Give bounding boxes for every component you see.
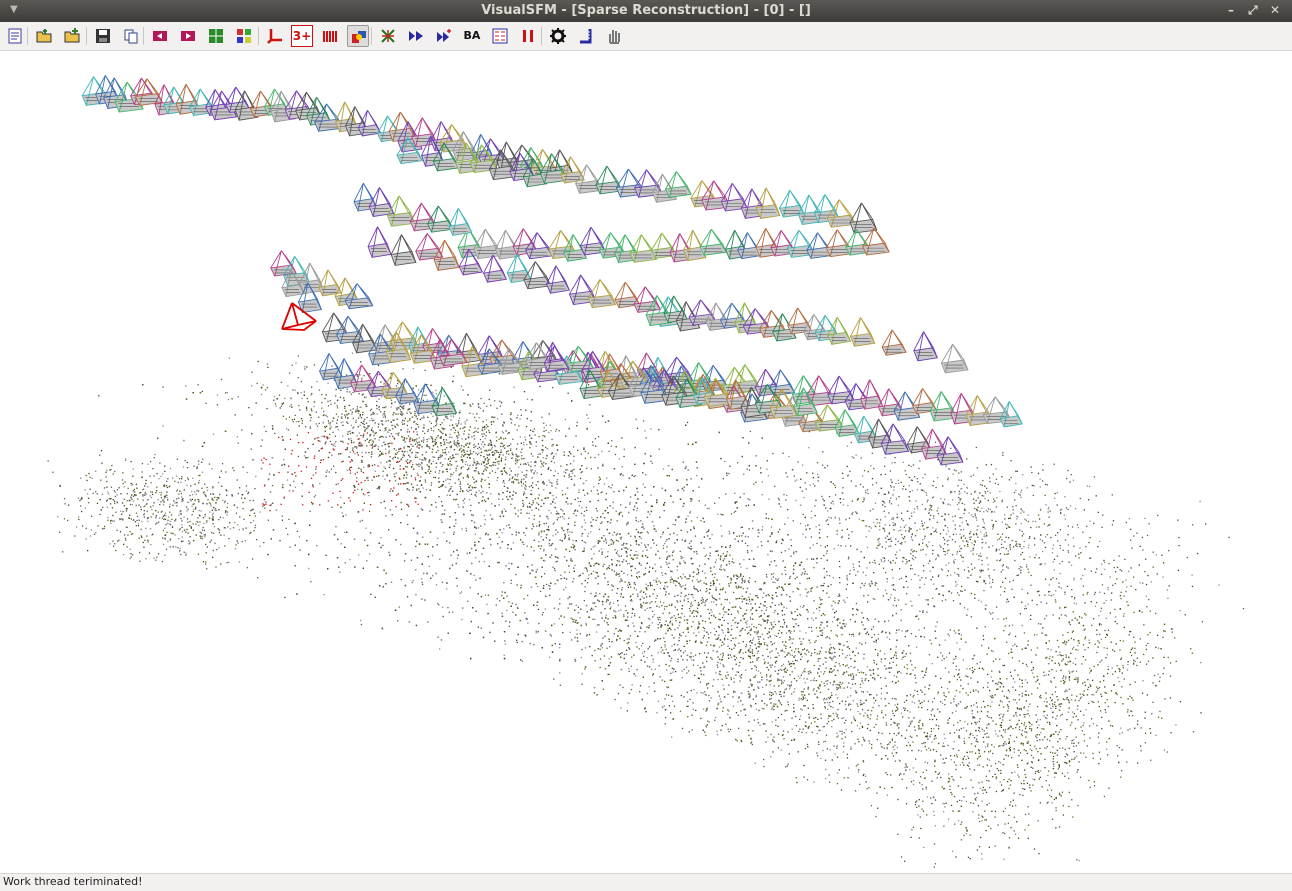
forward-icon xyxy=(181,31,195,41)
close-icon[interactable]: ✕ xyxy=(1270,3,1280,17)
back-icon xyxy=(153,31,167,41)
toolbar-separator xyxy=(86,27,87,45)
notepad-icon xyxy=(8,28,22,44)
grid-icon xyxy=(237,29,251,43)
camera-frustums xyxy=(81,75,1023,466)
window-title: VisualSFM - [Sparse Reconstruction] - [0… xyxy=(481,3,811,18)
minimize-icon[interactable]: – xyxy=(1228,3,1234,17)
folder-open-icon xyxy=(36,29,52,43)
three-plus-icon: 3+ xyxy=(292,29,312,43)
toolbar: 3+ BA xyxy=(0,22,1292,51)
folder-add-icon xyxy=(64,28,80,43)
point-cloud xyxy=(47,352,1245,868)
toolbar-separator xyxy=(541,27,542,45)
thumbnails-button[interactable] xyxy=(233,25,255,47)
next-button[interactable] xyxy=(177,25,199,47)
disk-icon xyxy=(96,29,110,43)
pan-tool-button[interactable] xyxy=(603,25,625,47)
double-arrow-icon xyxy=(409,31,423,41)
cube-view-icon xyxy=(352,31,366,43)
save-button[interactable] xyxy=(92,25,114,47)
run-to-end-button[interactable] xyxy=(433,25,455,47)
pause-icon xyxy=(523,30,533,42)
compute-3d-button[interactable] xyxy=(264,25,286,47)
add-images-button[interactable] xyxy=(61,25,83,47)
title-bar: ▼ VisualSFM - [Sparse Reconstruction] - … xyxy=(0,0,1292,22)
copy-button[interactable] xyxy=(120,25,142,47)
ruler-icon xyxy=(580,29,592,44)
ba-icon: BA xyxy=(463,29,481,42)
bundle-adjust-button[interactable]: BA xyxy=(461,25,483,47)
toolbar-separator xyxy=(27,27,28,45)
toolbar-separator xyxy=(371,27,372,45)
3d-view-button[interactable] xyxy=(347,25,369,47)
match-grid-icon xyxy=(209,29,223,43)
previous-button[interactable] xyxy=(149,25,171,47)
matrix-view-button[interactable] xyxy=(319,25,341,47)
toolbar-separator xyxy=(258,27,259,45)
arrow-star-icon xyxy=(437,29,451,42)
copy-icon xyxy=(124,29,138,44)
feature-icon xyxy=(381,29,395,43)
status-bar: Work thread teriminated! xyxy=(0,873,1292,891)
run-forward-button[interactable] xyxy=(405,25,427,47)
feature-view-button[interactable] xyxy=(377,25,399,47)
pause-button[interactable] xyxy=(517,25,539,47)
open-images-button[interactable] xyxy=(33,25,55,47)
dense-reconstruction-button[interactable] xyxy=(489,25,511,47)
settings-button[interactable] xyxy=(547,25,569,47)
sparse-3d-button[interactable]: 3+ xyxy=(291,25,313,47)
cmvs-icon xyxy=(492,28,508,44)
toolbar-separator xyxy=(143,27,144,45)
compute-missing-match-button[interactable] xyxy=(205,25,227,47)
sparse-reconstruction-canvas xyxy=(47,75,1245,868)
maximize-icon[interactable]: ⤢ xyxy=(1248,3,1258,18)
new-log-button[interactable] xyxy=(4,25,26,47)
status-text: Work thread teriminated! xyxy=(3,875,143,888)
hand-icon xyxy=(609,30,620,44)
3d-viewport[interactable] xyxy=(0,51,1292,873)
axes-icon xyxy=(267,29,282,44)
bars-icon xyxy=(323,31,337,42)
measure-button[interactable] xyxy=(575,25,597,47)
gear-icon xyxy=(550,28,566,44)
